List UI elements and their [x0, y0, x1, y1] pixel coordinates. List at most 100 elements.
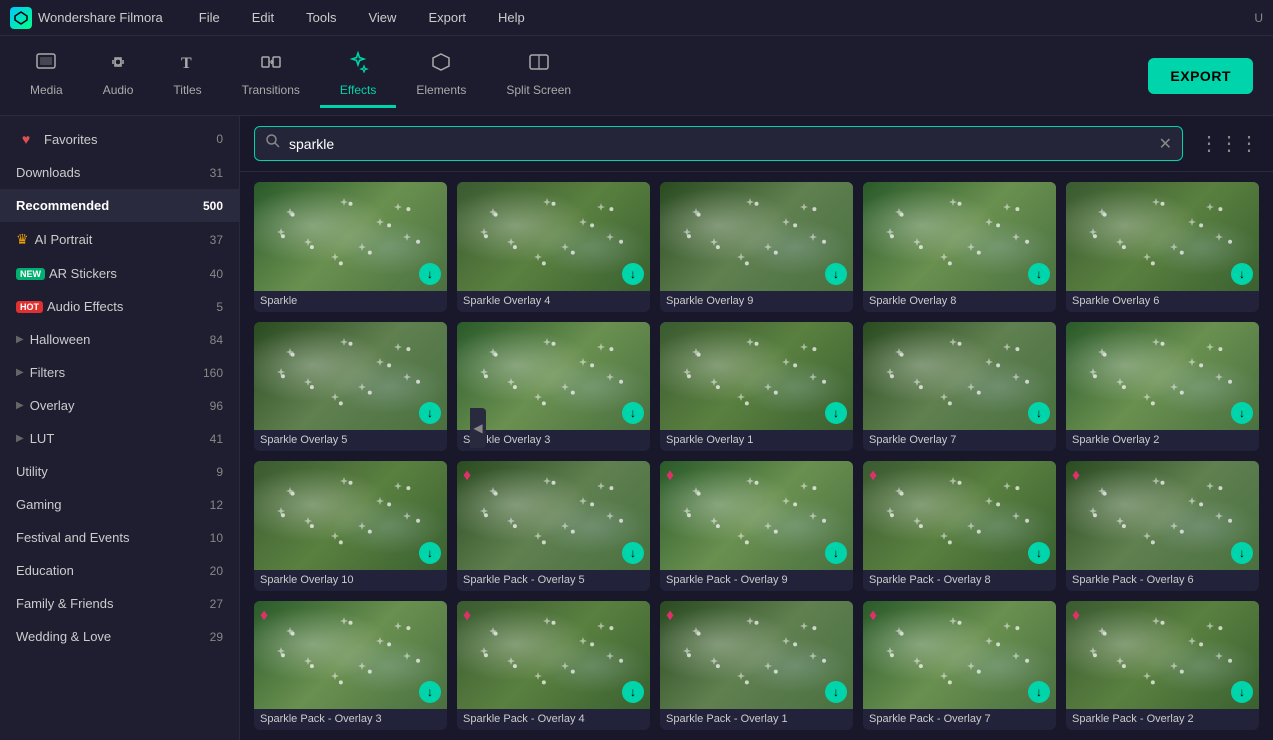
sidebar-item-ar-stickers[interactable]: NEW AR Stickers 40: [0, 257, 239, 290]
download-icon[interactable]: ↓: [1028, 542, 1050, 564]
effect-thumb-19: ♦↓: [863, 601, 1056, 710]
effect-card-10[interactable]: ↓Sparkle Overlay 2: [1066, 322, 1259, 452]
toolbar-transitions-label: Transitions: [242, 83, 300, 97]
menu-view[interactable]: View: [362, 6, 402, 29]
download-icon[interactable]: ↓: [825, 681, 847, 703]
sidebar-collapse-button[interactable]: ◀: [470, 408, 486, 448]
download-icon[interactable]: ↓: [1028, 402, 1050, 424]
effect-card-8[interactable]: ↓Sparkle Overlay 1: [660, 322, 853, 452]
sidebar-label-halloween: Halloween: [30, 332, 210, 347]
download-icon[interactable]: ↓: [825, 402, 847, 424]
effect-card-1[interactable]: ↓Sparkle: [254, 182, 447, 312]
sidebar-count-education: 20: [210, 564, 223, 578]
effect-card-20[interactable]: ♦↓Sparkle Pack - Overlay 2: [1066, 601, 1259, 731]
effect-card-5[interactable]: ↓Sparkle Overlay 6: [1066, 182, 1259, 312]
toolbar-media[interactable]: Media: [10, 43, 83, 108]
menu-tools[interactable]: Tools: [300, 6, 342, 29]
download-icon[interactable]: ↓: [419, 681, 441, 703]
sidebar-count-utility: 9: [216, 465, 223, 479]
sidebar-item-wedding-love[interactable]: Wedding & Love 29: [0, 620, 239, 653]
effect-label-2: Sparkle Overlay 4: [457, 291, 650, 311]
effect-label-20: Sparkle Pack - Overlay 2: [1066, 709, 1259, 729]
toolbar-elements[interactable]: Elements: [396, 43, 486, 108]
sidebar-count-festival-events: 10: [210, 531, 223, 545]
download-icon[interactable]: ↓: [1028, 681, 1050, 703]
effect-card-4[interactable]: ↓Sparkle Overlay 8: [863, 182, 1056, 312]
sidebar-item-favorites[interactable]: ♥ Favorites 0: [0, 122, 239, 156]
sidebar-label-filters: Filters: [30, 365, 203, 380]
sidebar-count-wedding-love: 29: [210, 630, 223, 644]
export-button[interactable]: EXPORT: [1148, 58, 1253, 94]
download-icon[interactable]: ↓: [1231, 402, 1253, 424]
premium-icon: ♦: [1072, 607, 1080, 625]
effect-card-3[interactable]: ↓ Sparkle Overlay 9: [660, 182, 853, 312]
effect-card-2[interactable]: ↓ Sparkle Overlay 4: [457, 182, 650, 312]
effect-thumb-11: ↓: [254, 461, 447, 570]
sidebar-label-recommended: Recommended: [16, 198, 203, 213]
grid-toggle-button[interactable]: ⋮⋮⋮: [1199, 131, 1259, 156]
sidebar-item-ai-portrait[interactable]: ♛ AI Portrait 37: [0, 222, 239, 257]
sidebar-item-family-friends[interactable]: Family & Friends 27: [0, 587, 239, 620]
sidebar-item-recommended[interactable]: Recommended 500: [0, 189, 239, 222]
download-icon[interactable]: ↓: [622, 263, 644, 285]
audio-icon: [107, 51, 129, 79]
effect-card-6[interactable]: ↓Sparkle Overlay 5: [254, 322, 447, 452]
premium-icon: ♦: [666, 607, 674, 625]
sidebar-count-recommended: 500: [203, 199, 223, 213]
menu-help[interactable]: Help: [492, 6, 531, 29]
download-icon[interactable]: ↓: [825, 542, 847, 564]
sidebar-item-lut[interactable]: ▶ LUT 41: [0, 422, 239, 455]
effect-card-19[interactable]: ♦↓Sparkle Pack - Overlay 7: [863, 601, 1056, 731]
titles-icon: T: [177, 51, 199, 79]
sidebar-item-festival-events[interactable]: Festival and Events 10: [0, 521, 239, 554]
menu-file[interactable]: File: [193, 6, 226, 29]
sidebar-item-downloads[interactable]: Downloads 31: [0, 156, 239, 189]
sidebar-item-filters[interactable]: ▶ Filters 160: [0, 356, 239, 389]
effect-card-14[interactable]: ♦↓Sparkle Pack - Overlay 8: [863, 461, 1056, 591]
toolbar-effects[interactable]: Effects: [320, 43, 396, 108]
menu-bar: Wondershare Filmora File Edit Tools View…: [0, 0, 1273, 36]
toolbar-transitions[interactable]: Transitions: [222, 43, 320, 108]
download-icon[interactable]: ↓: [419, 402, 441, 424]
download-icon[interactable]: ↓: [825, 263, 847, 285]
effect-thumb-20: ♦↓: [1066, 601, 1259, 710]
toolbar-split-screen[interactable]: Split Screen: [486, 43, 591, 108]
sidebar-item-education[interactable]: Education 20: [0, 554, 239, 587]
download-icon[interactable]: ↓: [622, 542, 644, 564]
effect-thumb-12: ♦↓: [457, 461, 650, 570]
download-icon[interactable]: ↓: [622, 681, 644, 703]
sidebar-item-overlay[interactable]: ▶ Overlay 96: [0, 389, 239, 422]
toolbar-audio[interactable]: Audio: [83, 43, 154, 108]
download-icon[interactable]: ↓: [419, 542, 441, 564]
effect-label-19: Sparkle Pack - Overlay 7: [863, 709, 1056, 729]
effect-card-13[interactable]: ♦↓Sparkle Pack - Overlay 9: [660, 461, 853, 591]
sidebar-item-halloween[interactable]: ▶ Halloween 84: [0, 323, 239, 356]
download-icon[interactable]: ↓: [419, 263, 441, 285]
effect-card-17[interactable]: ♦↓Sparkle Pack - Overlay 4: [457, 601, 650, 731]
menu-export[interactable]: Export: [422, 6, 472, 29]
effect-card-15[interactable]: ♦↓Sparkle Pack - Overlay 6: [1066, 461, 1259, 591]
effect-card-9[interactable]: ↓Sparkle Overlay 7: [863, 322, 1056, 452]
download-icon[interactable]: ↓: [1231, 263, 1253, 285]
sidebar-item-utility[interactable]: Utility 9: [0, 455, 239, 488]
menu-edit[interactable]: Edit: [246, 6, 280, 29]
effect-label-18: Sparkle Pack - Overlay 1: [660, 709, 853, 729]
search-clear-button[interactable]: ✕: [1159, 134, 1172, 154]
effect-thumb-14: ♦↓: [863, 461, 1056, 570]
effect-card-12[interactable]: ♦↓Sparkle Pack - Overlay 5: [457, 461, 650, 591]
sidebar-item-gaming[interactable]: Gaming 12: [0, 488, 239, 521]
effect-label-3: Sparkle Overlay 9: [660, 291, 853, 311]
effect-card-11[interactable]: ↓Sparkle Overlay 10: [254, 461, 447, 591]
effects-grid: ↓Sparkle↓Sparkle Overlay 4↓Sparkle Overl…: [240, 172, 1273, 740]
download-icon[interactable]: ↓: [1231, 542, 1253, 564]
search-input[interactable]: [289, 136, 1151, 152]
download-icon[interactable]: ↓: [622, 402, 644, 424]
effect-label-12: Sparkle Pack - Overlay 5: [457, 570, 650, 590]
download-icon[interactable]: ↓: [1028, 263, 1050, 285]
toolbar-titles[interactable]: T Titles: [153, 43, 221, 108]
effect-card-18[interactable]: ♦ ↓ Sparkle Pack - Overlay 1: [660, 601, 853, 731]
effect-card-16[interactable]: ♦↓Sparkle Pack - Overlay 3: [254, 601, 447, 731]
download-icon[interactable]: ↓: [1231, 681, 1253, 703]
sidebar-count-family-friends: 27: [210, 597, 223, 611]
sidebar-item-audio-effects[interactable]: HOT Audio Effects 5: [0, 290, 239, 323]
